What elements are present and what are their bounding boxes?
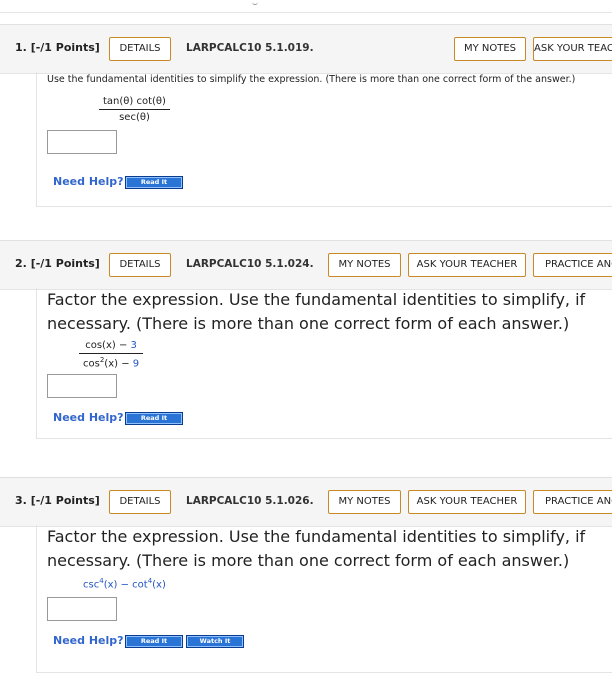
question-2: 2. [-/1 Points] DETAILS LARPCALC10 5.1.0…: [0, 240, 612, 440]
expression-middle: (x) − cot: [103, 579, 148, 591]
question-code: LARPCALC10 5.1.019.: [186, 42, 314, 54]
question-instruction: Use the fundamental identities to simpli…: [47, 74, 576, 85]
fraction-denominator: cos2(x) − 9: [79, 356, 143, 369]
read-it-button[interactable]: Read It: [125, 176, 183, 189]
my-notes-button[interactable]: MY NOTES: [454, 37, 526, 61]
details-button[interactable]: DETAILS: [109, 253, 171, 277]
details-button[interactable]: DETAILS: [109, 37, 171, 61]
question-2-body: Factor the expression. Use the fundament…: [36, 288, 612, 439]
expression-end: (x): [152, 579, 166, 591]
fraction-bar: [99, 109, 170, 110]
denominator-func: cos: [83, 358, 100, 370]
need-help-label: Need Help?: [53, 634, 124, 647]
my-notes-button[interactable]: MY NOTES: [328, 253, 401, 277]
ask-teacher-button[interactable]: ASK YOUR TEACHER: [408, 490, 526, 514]
ask-teacher-button[interactable]: ASK YOUR TEACHER: [408, 253, 526, 277]
question-code: LARPCALC10 5.1.024.: [186, 258, 314, 270]
top-scroll-mark: [252, 0, 258, 5]
read-it-button[interactable]: Read It: [125, 635, 183, 648]
fraction-bar: [79, 353, 144, 354]
question-3-number-points: 3. [-/1 Points]: [15, 494, 100, 507]
question-3-body: Factor the expression. Use the fundament…: [36, 525, 612, 673]
question-instruction: Factor the expression. Use the fundament…: [47, 527, 586, 570]
question-points: [-/1 Points]: [30, 41, 100, 54]
question-1-header: 1. [-/1 Points] DETAILS LARPCALC10 5.1.0…: [0, 24, 612, 74]
read-it-button[interactable]: Read It: [125, 412, 183, 425]
ask-teacher-button[interactable]: ASK YOUR TEACHER: [533, 37, 612, 61]
need-help-label: Need Help?: [53, 411, 124, 424]
watch-it-button[interactable]: Watch It: [186, 635, 244, 648]
question-2-header: 2. [-/1 Points] DETAILS LARPCALC10 5.1.0…: [0, 240, 612, 290]
question-number: 3.: [15, 494, 27, 507]
answer-input[interactable]: [47, 130, 117, 154]
expression-csc: csc: [83, 579, 100, 591]
answer-input[interactable]: [47, 374, 117, 398]
question-1-number-points: 1. [-/1 Points]: [15, 41, 100, 54]
question-1: 1. [-/1 Points] DETAILS LARPCALC10 5.1.0…: [0, 24, 612, 208]
numerator-constant: 3: [130, 340, 137, 351]
my-notes-button[interactable]: MY NOTES: [328, 490, 401, 514]
question-points: [-/1 Points]: [30, 494, 100, 507]
question-3: 3. [-/1 Points] DETAILS LARPCALC10 5.1.0…: [0, 477, 612, 673]
details-button[interactable]: DETAILS: [109, 490, 171, 514]
need-help-label: Need Help?: [53, 175, 124, 188]
expression: csc4(x) − cot4(x): [83, 577, 166, 590]
practice-another-button[interactable]: PRACTICE ANOTHER: [533, 490, 612, 514]
denominator-constant: 9: [132, 358, 140, 370]
question-instruction: Factor the expression. Use the fundament…: [47, 290, 586, 333]
denominator-term: (x) −: [104, 358, 133, 370]
fraction-numerator: tan(θ) cot(θ): [103, 96, 166, 107]
question-number: 2.: [15, 257, 27, 270]
question-1-body: Use the fundamental identities to simpli…: [36, 72, 612, 207]
expression-fraction: cos(x) − 3 cos2(x) − 9: [79, 340, 144, 369]
numerator-term: cos(x) −: [85, 340, 131, 351]
question-points: [-/1 Points]: [30, 257, 100, 270]
practice-another-button[interactable]: PRACTICE ANOTHER: [533, 253, 612, 277]
fraction-numerator: cos(x) − 3: [79, 340, 143, 351]
question-2-number-points: 2. [-/1 Points]: [15, 257, 100, 270]
answer-input[interactable]: [47, 597, 117, 621]
expression-fraction: tan(θ) cot(θ) sec(θ): [99, 96, 170, 123]
fraction-denominator: sec(θ): [119, 112, 150, 123]
question-code: LARPCALC10 5.1.026.: [186, 495, 314, 507]
top-divider: [0, 12, 612, 13]
question-number: 1.: [15, 41, 27, 54]
question-3-header: 3. [-/1 Points] DETAILS LARPCALC10 5.1.0…: [0, 477, 612, 527]
